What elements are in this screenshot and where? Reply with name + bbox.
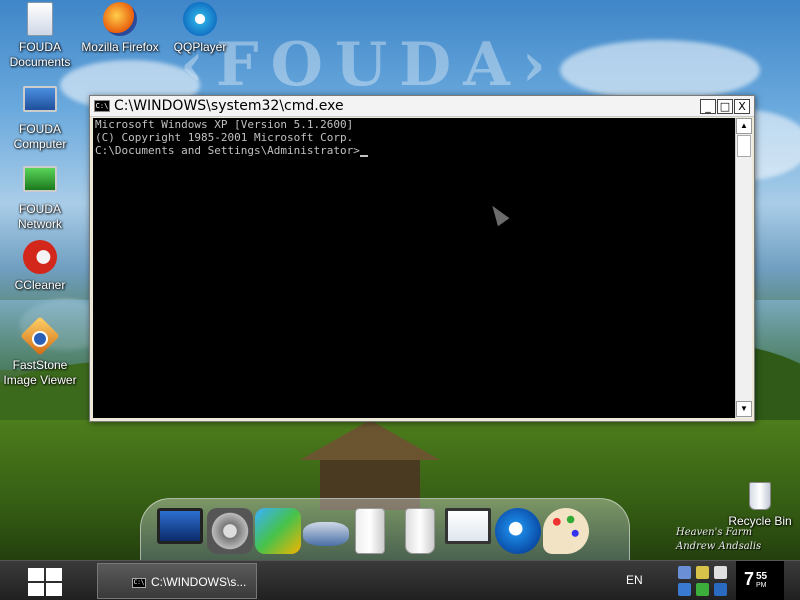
clock-minute: 55	[756, 571, 768, 582]
clock[interactable]: 7 55 PM	[736, 561, 784, 600]
desktop-icon-label: FastStone Image Viewer	[3, 358, 77, 387]
tray-security-icon[interactable]	[678, 583, 691, 596]
network-icon	[23, 166, 57, 192]
tray-app-icon[interactable]	[696, 566, 709, 579]
cmd-window[interactable]: C:\ C:\WINDOWS\system32\cmd.exe _ □ X Mi…	[89, 95, 755, 422]
scroll-up-arrow-icon[interactable]: ▲	[736, 118, 752, 134]
tray-volume-icon[interactable]	[714, 583, 727, 596]
desktop-icon-label: FOUDA Network	[17, 202, 62, 231]
scroll-thumb[interactable]	[737, 135, 751, 157]
console-prompt: C:\Documents and Settings\Administrator>	[95, 144, 360, 157]
minimize-button[interactable]: _	[700, 99, 716, 114]
wallpaper-house-roof	[300, 420, 440, 460]
desktop-icon-label: CCleaner	[14, 278, 66, 292]
cloud	[560, 40, 760, 100]
desktop-icon-ccleaner[interactable]: CCleaner	[0, 240, 80, 293]
tray-network-icon[interactable]	[678, 566, 691, 579]
text-cursor	[359, 146, 368, 157]
firefox-icon	[103, 2, 137, 36]
scroll-down-arrow-icon[interactable]: ▼	[736, 401, 752, 417]
clock-ampm: PM	[756, 582, 767, 589]
vertical-scrollbar[interactable]: ▲ ▼	[735, 118, 752, 418]
desktop-icon-network[interactable]: FOUDA Network	[0, 166, 80, 232]
desktop-icon-recycle-bin[interactable]: Recycle Bin	[720, 482, 800, 529]
dock-monitor-icon[interactable]	[157, 508, 203, 544]
desktop-icon-label: FOUDA Computer	[13, 122, 67, 151]
desktop-icon-documents[interactable]: FOUDA Documents	[0, 2, 80, 70]
console-line: Microsoft Windows XP [Version 5.1.2600]	[95, 118, 354, 131]
dock-display-icon[interactable]	[445, 508, 491, 544]
taskbar-button-label: C:\WINDOWS\s...	[151, 575, 247, 589]
taskbar-button-cmd[interactable]: C:\ C:\WINDOWS\s...	[97, 563, 257, 599]
console-line: (C) Copyright 1985-2001 Microsoft Corp.	[95, 131, 354, 144]
desktop-icon-firefox[interactable]: Mozilla Firefox	[80, 2, 160, 55]
desktop-icon-faststone[interactable]: FastStone Image Viewer	[0, 316, 80, 388]
cmd-app-icon[interactable]: C:\	[94, 100, 110, 112]
recycle-bin-icon	[749, 482, 771, 510]
maximize-button[interactable]: □	[717, 99, 733, 114]
console-output[interactable]: Microsoft Windows XP [Version 5.1.2600](…	[93, 118, 735, 418]
taskbar: C:\ C:\WINDOWS\s... EN 7 55 PM	[0, 560, 800, 600]
computer-icon	[23, 86, 57, 112]
cmd-window-title: C:\WINDOWS\system32\cmd.exe	[114, 98, 344, 114]
desktop-icon-label: QQPlayer	[173, 40, 227, 54]
system-tray	[676, 563, 730, 599]
faststone-icon	[20, 316, 60, 356]
windows-start-icon[interactable]	[26, 566, 62, 596]
dock-removable-drive-icon[interactable]	[355, 508, 385, 554]
signature-line: Andrew Andsalis	[676, 541, 762, 552]
dock-settings-icon[interactable]	[207, 508, 253, 554]
signature-line: Heaven's Farm	[676, 527, 753, 538]
console-prompt-line: C:\Documents and Settings\Administrator>	[95, 144, 733, 157]
dock-internet-explorer-icon[interactable]	[495, 508, 541, 554]
desktop-icon-label: Mozilla Firefox	[81, 40, 159, 54]
close-button[interactable]: X	[734, 99, 750, 114]
desktop-icon-qqplayer[interactable]: QQPlayer	[160, 2, 240, 55]
cmd-app-icon: C:\	[132, 578, 146, 588]
dock-drive-icon[interactable]	[303, 522, 349, 546]
qqplayer-icon	[183, 2, 217, 36]
documents-icon	[27, 2, 53, 36]
desktop-icon-computer[interactable]: FOUDA Computer	[0, 86, 80, 152]
desktop-icon-label: FOUDA Documents	[9, 40, 71, 69]
dock-apps-icon[interactable]	[255, 508, 301, 554]
cmd-titlebar[interactable]: C:\ C:\WINDOWS\system32\cmd.exe _ □ X	[90, 96, 754, 117]
dock-paint-icon[interactable]	[543, 508, 589, 554]
language-indicator[interactable]: EN	[626, 573, 643, 587]
tray-update-icon[interactable]	[696, 583, 709, 596]
wallpaper-signature: Heaven's Farm Andrew Andsalis	[676, 526, 761, 554]
ccleaner-icon	[23, 240, 57, 274]
dock-recycle-icon[interactable]	[405, 508, 435, 554]
tray-monitor-icon[interactable]	[714, 566, 727, 579]
clock-hour: 7	[744, 569, 755, 589]
